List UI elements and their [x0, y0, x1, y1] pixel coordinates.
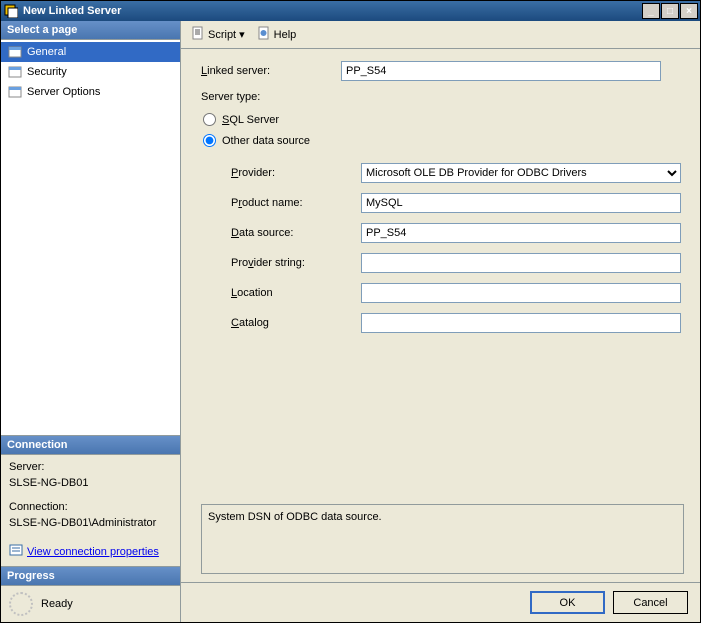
radio-other-input[interactable]	[203, 134, 216, 147]
product-name-label: Product name:	[231, 197, 361, 209]
page-security[interactable]: Security	[1, 62, 180, 82]
toolbar: Script ▾ Help	[181, 21, 700, 49]
sidebar-spacer	[1, 104, 180, 435]
dialog-body: Select a page General Security Server Op…	[1, 21, 700, 622]
progress-body: Ready	[1, 586, 180, 622]
page-icon	[7, 84, 23, 100]
page-label: Security	[27, 66, 67, 78]
data-source-input[interactable]	[361, 223, 681, 243]
provider-string-input[interactable]	[361, 253, 681, 273]
progress-spinner-icon	[9, 592, 33, 616]
radio-other-source[interactable]: Other data source	[203, 134, 684, 147]
page-icon	[7, 44, 23, 60]
page-general[interactable]: General	[1, 42, 180, 62]
select-page-header: Select a page	[1, 21, 180, 40]
minimize-button[interactable]: _	[642, 3, 660, 19]
provider-section: Provider: Microsoft OLE DB Provider for …	[201, 163, 684, 333]
page-icon	[7, 64, 23, 80]
help-button[interactable]: Help	[253, 24, 301, 45]
page-label: General	[27, 46, 66, 58]
radio-sql-input[interactable]	[203, 113, 216, 126]
dropdown-icon: ▾	[239, 28, 245, 41]
window-buttons: _ □ ×	[642, 3, 698, 19]
link-text: View connection properties	[27, 546, 159, 558]
radio-sql-label: SQL Server	[222, 114, 279, 126]
linked-server-label: Linked server:	[201, 65, 341, 77]
provider-string-label: Provider string:	[231, 257, 361, 269]
connection-value: SLSE-NG-DB01\Administrator	[9, 517, 172, 529]
window-title: New Linked Server	[23, 5, 642, 17]
provider-select[interactable]: Microsoft OLE DB Provider for ODBC Drive…	[361, 163, 681, 183]
provider-label: Provider:	[231, 167, 361, 179]
maximize-button[interactable]: □	[661, 3, 679, 19]
page-label: Server Options	[27, 86, 100, 98]
connection-panel: Connection Server: SLSE-NG-DB01 Connecti…	[1, 435, 180, 566]
data-source-label: Data source:	[231, 227, 361, 239]
connection-body: Server: SLSE-NG-DB01 Connection: SLSE-NG…	[1, 455, 180, 566]
connection-label: Connection:	[9, 501, 172, 513]
status-text: System DSN of ODBC data source.	[208, 511, 382, 523]
titlebar[interactable]: New Linked Server _ □ ×	[1, 1, 700, 21]
location-label: Location	[231, 287, 361, 299]
ok-button[interactable]: OK	[530, 591, 605, 614]
help-icon	[257, 26, 271, 43]
product-name-input[interactable]	[361, 193, 681, 213]
status-description: System DSN of ODBC data source.	[201, 504, 684, 574]
server-value: SLSE-NG-DB01	[9, 477, 172, 489]
server-label: Server:	[9, 461, 172, 473]
footer: OK Cancel	[181, 582, 700, 622]
server-type-label: Server type:	[201, 91, 341, 103]
connection-header: Connection	[1, 436, 180, 455]
properties-icon	[9, 543, 23, 560]
view-connection-properties-link[interactable]: View connection properties	[9, 543, 159, 560]
form-area: Linked server: Server type: SQL Server O…	[181, 49, 700, 496]
help-label: Help	[274, 29, 297, 41]
cancel-button[interactable]: Cancel	[613, 591, 688, 614]
radio-other-label: Other data source	[222, 135, 310, 147]
radio-sql-server[interactable]: SQL Server	[203, 113, 684, 126]
catalog-input[interactable]	[361, 313, 681, 333]
sidebar: Select a page General Security Server Op…	[1, 21, 181, 622]
app-icon	[3, 3, 19, 19]
main-panel: Script ▾ Help Linked server: Server type…	[181, 21, 700, 622]
script-icon	[191, 26, 205, 43]
page-list: General Security Server Options	[1, 40, 180, 104]
dialog-new-linked-server: New Linked Server _ □ × Select a page Ge…	[0, 0, 701, 623]
progress-header: Progress	[1, 567, 180, 586]
catalog-label: Catalog	[231, 317, 361, 329]
close-button[interactable]: ×	[680, 3, 698, 19]
location-input[interactable]	[361, 283, 681, 303]
progress-status: Ready	[41, 598, 73, 610]
page-server-options[interactable]: Server Options	[1, 82, 180, 102]
progress-panel: Progress Ready	[1, 566, 180, 622]
script-label: Script	[208, 29, 236, 41]
linked-server-input[interactable]	[341, 61, 661, 81]
script-button[interactable]: Script ▾	[187, 24, 249, 45]
